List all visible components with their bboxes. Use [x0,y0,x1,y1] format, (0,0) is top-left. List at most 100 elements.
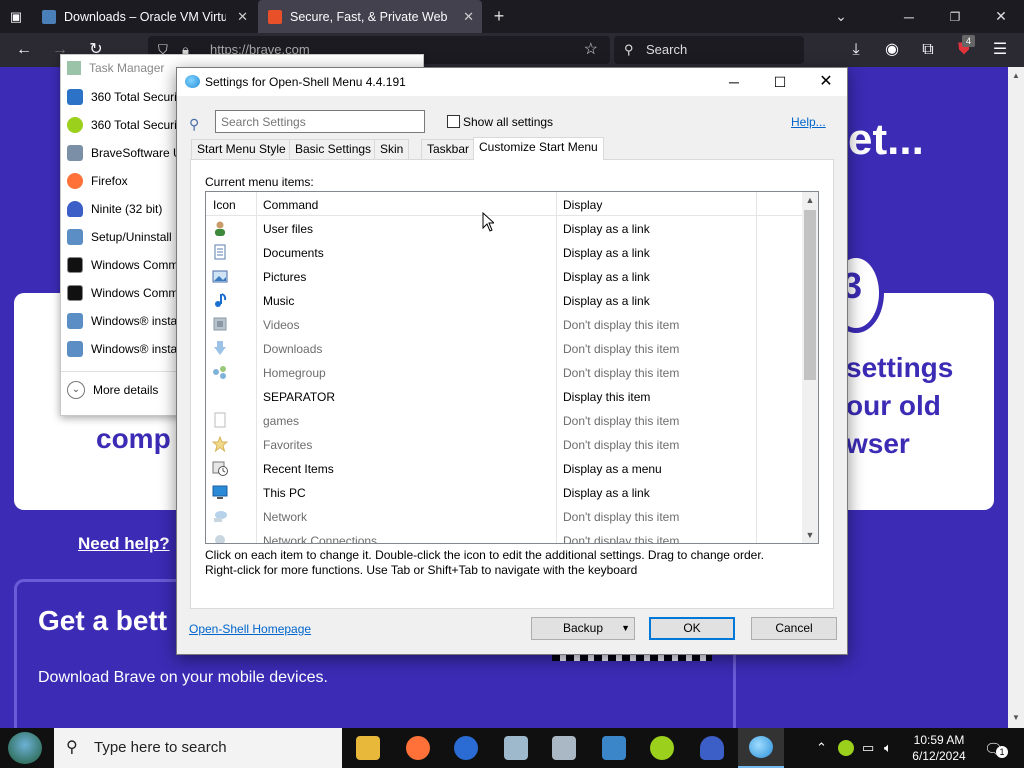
tab-taskbar[interactable]: Taskbar [421,139,476,159]
music-note-icon[interactable] [212,292,228,308]
tab-list-icon[interactable]: ▣ [6,8,26,26]
network-connections-icon[interactable] [212,532,228,543]
task-item[interactable]: Windows® installer [67,335,193,363]
ok-button[interactable]: OK [649,617,735,640]
scroll-down-icon[interactable]: ▼ [1012,713,1020,722]
scroll-up-icon[interactable]: ▲ [802,192,818,208]
column-header-display[interactable]: Display [563,198,602,212]
star-icon[interactable] [211,435,229,453]
network-tray-icon[interactable]: ▭ [862,740,874,756]
firefox-icon[interactable] [406,736,430,760]
network-icon[interactable] [212,508,228,524]
account-icon[interactable]: ◉ [882,41,902,59]
open-shell-homepage-link[interactable]: Open-Shell Homepage [189,622,311,636]
close-tab-icon[interactable]: ✕ [463,9,474,25]
menu-item-row[interactable]: User files Display as a link [206,216,802,240]
column-header-command[interactable]: Command [263,198,318,212]
need-help-link[interactable]: Need help? [78,534,170,554]
list-scrollbar[interactable]: ▲ ▼ [802,192,818,543]
tab-brave[interactable]: Secure, Fast, & Private Web Browser ✕ [258,0,482,33]
virtualbox-icon[interactable] [504,736,528,760]
task-item[interactable]: Setup/Uninstall [67,223,172,251]
menu-item-row[interactable]: Recent Items Display as a menu [206,456,802,480]
list-all-tabs-chevron-icon[interactable]: ⌄ [818,0,864,33]
menu-item-row[interactable]: Favorites Don't display this item [206,432,802,456]
hamburger-menu-icon[interactable]: ☰ [990,41,1010,59]
downloads-icon[interactable]: ⤓ [846,41,866,59]
help-link[interactable]: Help... [791,115,826,129]
new-tab-plus-icon[interactable]: + [484,0,514,33]
installer-icon [67,229,83,245]
page-scrollbar[interactable]: ▲ ▼ [1008,67,1024,728]
download-arrow-icon[interactable] [212,340,228,356]
show-all-settings-label[interactable]: Show all settings [463,115,553,129]
menu-item-row[interactable]: SEPARATOR Display this item [206,384,802,408]
task-item[interactable]: Windows® installer [67,307,193,335]
show-hidden-icons-chevron-icon[interactable]: ⌃ [816,740,827,756]
scroll-thumb[interactable] [804,210,816,380]
taskbar-search-box[interactable]: ⚲ Type here to search [54,728,342,768]
backup-button[interactable]: Backup ▼ [531,617,635,640]
column-header-icon[interactable]: Icon [213,198,236,212]
task-item[interactable]: 360 Total Security [67,111,186,139]
document-icon[interactable] [212,244,228,260]
volume-muted-icon[interactable]: 🔈︎ [884,740,892,756]
tab-virtualbox-downloads[interactable]: Downloads – Oracle VM VirtualBox ✕ [34,0,256,33]
menu-item-row[interactable]: Pictures Display as a link [206,264,802,288]
bookmark-star-icon[interactable]: ☆ [584,36,598,64]
back-arrow-icon[interactable]: ← [14,41,34,59]
dialog-maximize-icon[interactable]: ☐ [757,68,803,96]
menu-items-list[interactable]: Icon Command Display User files Display … [205,191,819,544]
user-icon[interactable] [212,220,228,236]
extensions-puzzle-icon[interactable]: ⧉ [918,41,938,59]
menu-item-row[interactable]: Music Display as a link [206,288,802,312]
restore-icon[interactable]: ❐ [932,0,978,33]
menu-item-row[interactable]: Network Connections Don't display this i… [206,528,802,543]
chrome-icon[interactable] [454,736,478,760]
minimize-icon[interactable]: ─ [886,0,932,33]
menu-item-row[interactable]: This PC Display as a link [206,480,802,504]
picture-icon[interactable] [212,268,228,284]
homegroup-icon[interactable] [212,364,228,380]
recent-items-icon[interactable] [212,460,228,476]
browser-search-input[interactable]: ⚲ Search [614,36,804,64]
blank-page-icon[interactable] [212,412,228,428]
360-security-icon[interactable] [650,736,674,760]
start-button-icon[interactable] [8,732,42,764]
menu-item-row[interactable]: Downloads Don't display this item [206,336,802,360]
menu-item-row[interactable]: games Don't display this item [206,408,802,432]
menu-item-row[interactable]: Homegroup Don't display this item [206,360,802,384]
open-shell-taskbar-button[interactable] [738,728,784,768]
show-all-settings-checkbox[interactable] [447,115,460,128]
chevron-down-icon: ⌄ [67,381,85,399]
360-tray-icon[interactable] [838,740,854,756]
settings-app-icon[interactable] [552,736,576,760]
menu-item-row[interactable]: Videos Don't display this item [206,312,802,336]
close-tab-icon[interactable]: ✕ [237,9,248,25]
taskbar-clock[interactable]: 10:59 AM 6/12/2024 [904,732,974,764]
tab-start-menu-style[interactable]: Start Menu Style [191,139,292,159]
search-settings-input[interactable] [215,110,425,133]
tab-basic-settings[interactable]: Basic Settings [289,139,378,159]
scroll-up-icon[interactable]: ▲ [1012,71,1020,80]
notification-count-badge: 1 [996,746,1008,758]
task-item[interactable]: Firefox [67,167,128,195]
menu-item-row[interactable]: Documents Display as a link [206,240,802,264]
tab-skin[interactable]: Skin [374,139,410,159]
360-security-icon [67,89,83,105]
more-details-button[interactable]: ⌄ More details [67,381,158,399]
task-item[interactable]: Ninite (32 bit) [67,195,162,223]
tab-customize-start-menu[interactable]: Customize Start Menu [473,137,604,160]
scroll-down-icon[interactable]: ▼ [802,527,818,543]
monitor-icon[interactable] [212,484,228,500]
video-icon[interactable] [212,316,228,332]
installer-icon[interactable] [602,736,626,760]
close-icon[interactable]: ✕ [978,0,1024,33]
task-item[interactable]: 360 Total Security [67,83,186,111]
menu-item-row[interactable]: Network Don't display this item [206,504,802,528]
dialog-close-icon[interactable]: ✕ [803,68,849,96]
cancel-button[interactable]: Cancel [751,617,837,640]
dialog-minimize-icon[interactable]: ─ [711,68,757,96]
file-explorer-icon[interactable] [356,736,380,760]
ninite-icon[interactable] [700,736,724,760]
